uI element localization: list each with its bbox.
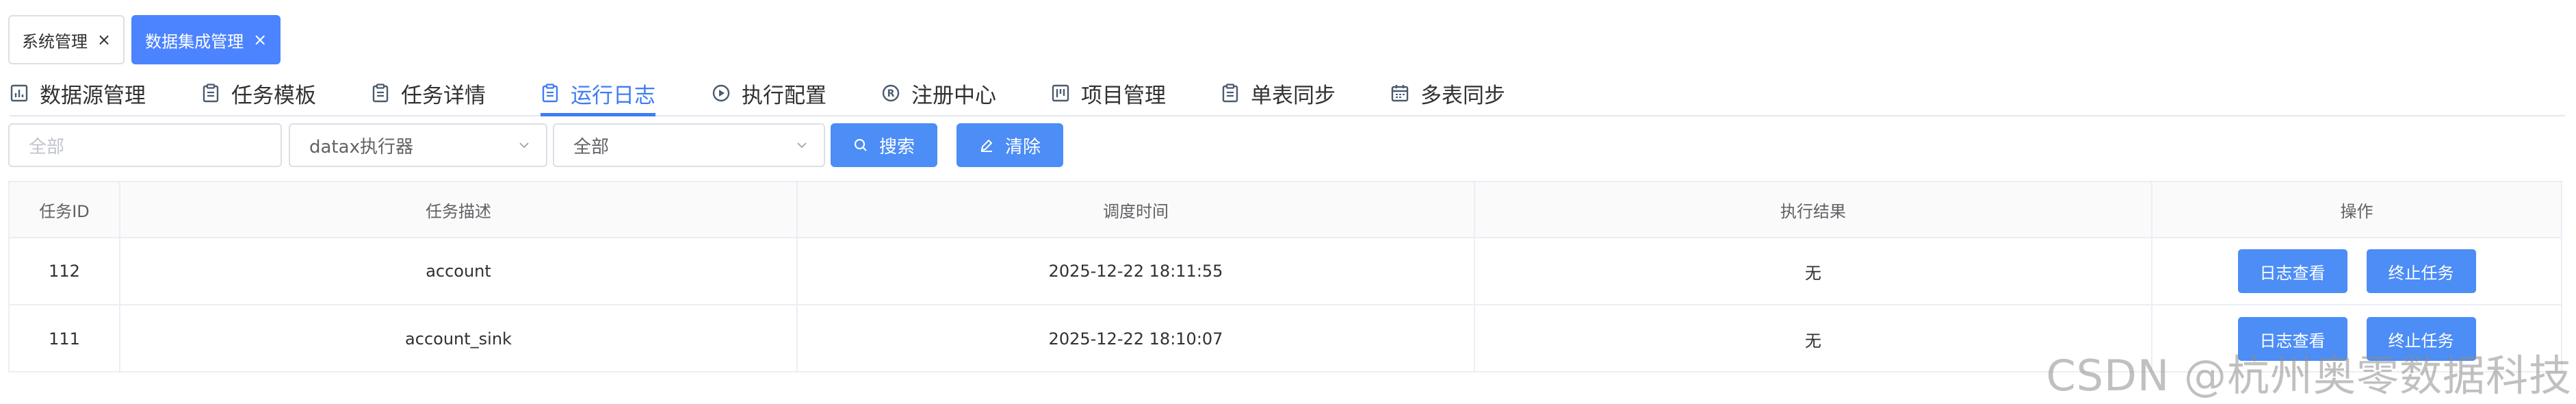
svg-text:R: R	[887, 88, 895, 99]
tab-label: 执行配置	[742, 83, 827, 108]
tag-data-integration[interactable]: 数据集成管理 ×	[131, 15, 281, 64]
tag-label: 系统管理	[22, 31, 88, 51]
tab-label: 项目管理	[1081, 83, 1166, 108]
tab-label: 注册中心	[911, 83, 996, 108]
executor-value: datax执行器	[309, 136, 413, 157]
cell-task-id: 111	[10, 305, 120, 373]
module-tabs: 数据源管理 任务模板 任务详情 运行日志 执行配置 R 注册中心 项目管理 单表…	[10, 71, 2565, 116]
edit-icon	[980, 139, 993, 152]
clipboard-icon	[372, 84, 389, 103]
tab-project[interactable]: 项目管理	[1051, 71, 1166, 115]
tab-exec-config[interactable]: 执行配置	[712, 71, 827, 115]
tab-registry[interactable]: R 注册中心	[881, 71, 996, 115]
tag-label: 数据集成管理	[145, 31, 244, 51]
clear-button[interactable]: 清除	[957, 123, 1063, 167]
tab-label: 数据源管理	[40, 83, 146, 108]
clipboard-icon	[1222, 84, 1238, 103]
tag-system-management[interactable]: 系统管理 ×	[8, 15, 125, 64]
tab-label: 任务详情	[401, 83, 486, 108]
status-placeholder: 全部	[29, 136, 65, 157]
tab-multi-sync[interactable]: 多表同步	[1390, 71, 1505, 115]
col-header-time: 调度时间	[798, 182, 1475, 237]
status-input[interactable]: 全部	[8, 123, 282, 167]
cell-task-desc: account_sink	[120, 305, 798, 373]
cell-actions: 日志查看 终止任务	[2152, 238, 2561, 304]
cell-exec-result: 无	[1475, 238, 2152, 304]
cell-schedule-time: 2025-12-22 18:10:07	[798, 305, 1475, 373]
result-value: 全部	[573, 136, 610, 157]
calendar-icon	[1391, 85, 1409, 102]
clipboard-icon	[542, 84, 558, 103]
search-label: 搜索	[879, 136, 915, 157]
table-header: 任务ID 任务描述 调度时间 执行结果 操作	[10, 182, 2561, 238]
cell-schedule-time: 2025-12-22 18:11:55	[798, 238, 1475, 304]
tab-task-template[interactable]: 任务模板	[201, 71, 316, 115]
col-header-actions: 操作	[2340, 201, 2373, 221]
col-header-id: 任务ID	[10, 182, 120, 237]
tab-single-sync[interactable]: 单表同步	[1221, 71, 1336, 115]
kanban-icon	[1052, 84, 1069, 102]
col-header-result: 执行结果	[1475, 182, 2152, 237]
tab-label: 单表同步	[1251, 83, 1336, 108]
clipboard-icon	[203, 84, 219, 103]
tab-task-detail[interactable]: 任务详情	[371, 71, 486, 115]
chevron-down-icon	[519, 142, 529, 149]
tab-run-log[interactable]: 运行日志	[541, 71, 655, 116]
close-icon[interactable]: ×	[97, 31, 111, 48]
tag-bar: 系统管理 × 数据集成管理 ×	[8, 15, 281, 64]
cell-task-desc: account	[120, 238, 798, 304]
stop-task-button[interactable]: 终止任务	[2366, 249, 2476, 293]
table-row: 112 account 2025-12-22 18:11:55 无 日志查看 终…	[10, 238, 2561, 305]
close-icon[interactable]: ×	[253, 31, 267, 48]
cell-task-id: 112	[10, 238, 120, 304]
tab-datasource[interactable]: 数据源管理	[10, 71, 146, 115]
search-icon	[854, 138, 867, 151]
tab-label: 任务模板	[231, 83, 316, 108]
clear-label: 清除	[1004, 136, 1041, 157]
result-select[interactable]: 全部	[553, 123, 825, 167]
registered-icon: R	[882, 84, 900, 102]
watermark: CSDN @杭州奥零数据科技	[2046, 351, 2572, 401]
search-button[interactable]: 搜索	[831, 123, 937, 167]
chevron-down-icon	[797, 142, 807, 149]
view-log-button[interactable]: 日志查看	[2237, 249, 2347, 293]
tab-label: 多表同步	[1420, 83, 1505, 108]
play-circle-icon	[712, 84, 730, 102]
col-header-desc: 任务描述	[120, 182, 798, 237]
tab-label: 运行日志	[571, 83, 655, 108]
chart-doc-icon	[10, 84, 28, 102]
executor-select[interactable]: datax执行器	[289, 123, 547, 167]
